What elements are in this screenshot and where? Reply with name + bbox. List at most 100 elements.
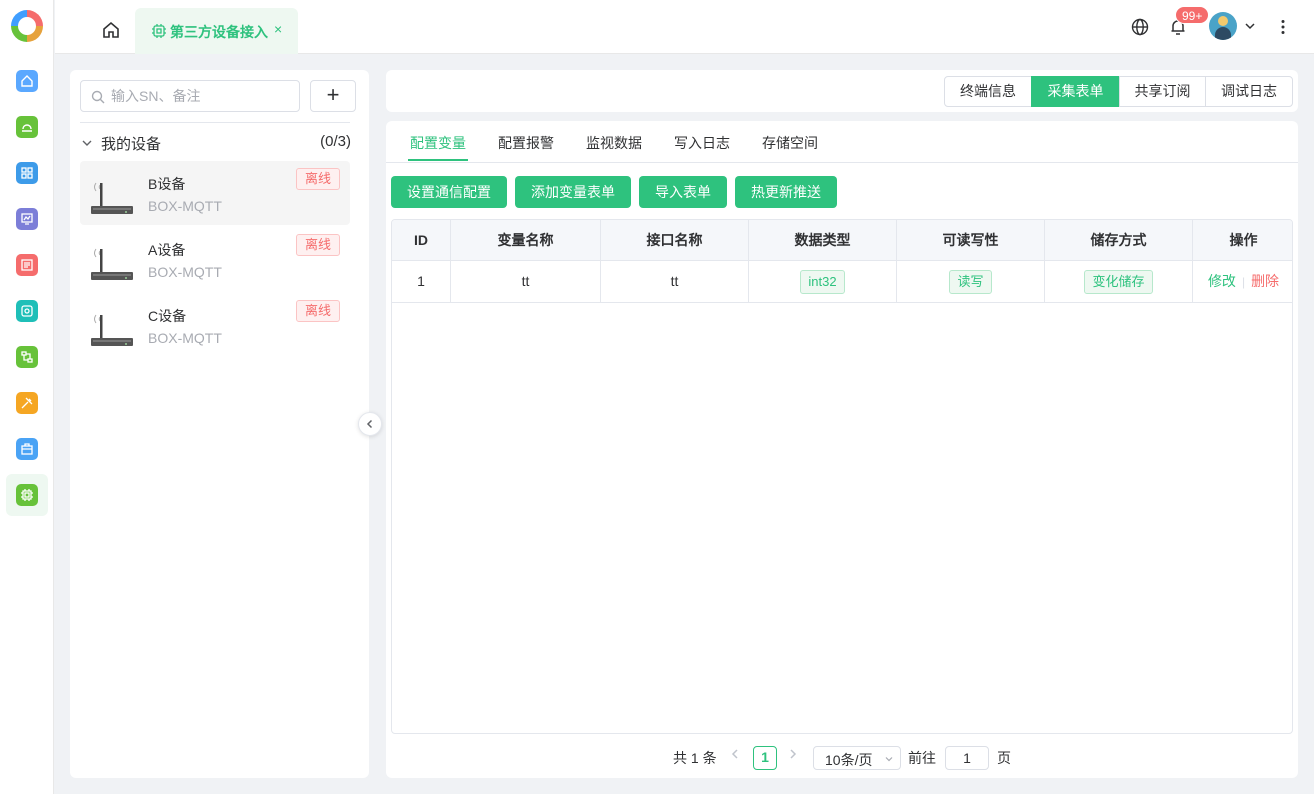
rail-settings-icon[interactable] — [16, 300, 38, 322]
column-header: 变量名称 — [451, 220, 601, 261]
device-item[interactable]: A设备 BOX-MQTT 离线 — [80, 227, 350, 291]
active-tab-indicator — [408, 159, 468, 161]
segment-terminal-info[interactable]: 终端信息 — [944, 76, 1032, 107]
chevron-down-icon — [885, 757, 893, 762]
avatar[interactable] — [1209, 12, 1237, 40]
column-header: 可读写性 — [897, 220, 1045, 261]
segment-shared-subscription[interactable]: 共享订阅 — [1119, 76, 1206, 107]
page-size-select[interactable]: 10条/页 — [813, 746, 901, 770]
rail-list-icon[interactable] — [16, 254, 38, 276]
device-list-panel: + 我的设备 (0/3) B设备 BOX-MQTT 离线 A设备 BOX-MQT… — [70, 70, 369, 778]
device-type: BOX-MQTT — [148, 330, 222, 346]
segment-collect-form[interactable]: 采集表单 — [1031, 76, 1120, 107]
status-badge: 离线 — [296, 168, 341, 190]
rail-apps-icon[interactable] — [16, 162, 38, 184]
device-type: BOX-MQTT — [148, 198, 222, 214]
cell-actions: 修改 | 删除 — [1193, 261, 1292, 302]
add-variable-form-button[interactable]: 添加变量表单 — [515, 176, 631, 208]
device-item[interactable]: B设备 BOX-MQTT 离线 — [80, 161, 350, 225]
action-separator: | — [1241, 275, 1246, 289]
tab-config-alarm[interactable]: 配置报警 — [498, 133, 554, 153]
status-badge: 离线 — [296, 300, 341, 322]
device-type: BOX-MQTT — [148, 264, 222, 280]
device-group-header[interactable]: 我的设备 (0/3) — [80, 132, 360, 154]
search-box[interactable] — [80, 80, 300, 112]
data-type-tag: int32 — [800, 270, 845, 295]
more-vertical-icon[interactable] — [1273, 17, 1293, 37]
router-icon — [91, 314, 133, 346]
column-header: ID — [392, 220, 451, 261]
hot-update-push-button[interactable]: 热更新推送 — [735, 176, 837, 208]
column-header: 操作 — [1229, 232, 1258, 248]
search-icon — [91, 90, 105, 104]
chevron-left-icon — [366, 419, 373, 429]
detail-header: 终端信息 采集表单 共享订阅 调试日志 — [386, 70, 1298, 112]
search-input[interactable] — [111, 87, 291, 105]
cell-data-type: int32 — [749, 261, 897, 302]
cell-storage: 变化储存 — [1045, 261, 1193, 302]
goto-label: 前往 — [908, 750, 936, 766]
pagination: 共 1 条 1 10条/页 前往 1 页 — [386, 743, 1298, 771]
variable-table: ID 变量名称 接口名称 数据类型 可读写性 储存方式 操作 1 tt tt i… — [391, 219, 1293, 734]
chip-icon — [152, 24, 166, 38]
tab-write-log[interactable]: 写入日志 — [674, 133, 730, 153]
tab-third-party-device[interactable]: 第三方设备接入 × — [135, 8, 298, 54]
app-logo — [11, 10, 43, 42]
page-size-value: 10条/页 — [825, 752, 873, 768]
delete-link[interactable]: 删除 — [1251, 273, 1279, 289]
chevron-down-icon — [82, 140, 92, 146]
edit-link[interactable]: 修改 — [1208, 273, 1236, 289]
page-number-current[interactable]: 1 — [753, 746, 777, 770]
rail-tools-icon[interactable] — [16, 392, 38, 414]
cell-var-name: tt — [451, 261, 601, 302]
next-page-icon[interactable] — [788, 747, 798, 763]
device-name: C设备 — [148, 308, 187, 324]
prev-page-icon[interactable] — [730, 747, 740, 763]
side-rail — [0, 0, 54, 794]
group-title: 我的设备 — [101, 136, 162, 153]
cell-id: 1 — [392, 261, 451, 302]
tab-monitor-data[interactable]: 监视数据 — [586, 133, 642, 153]
home-icon[interactable] — [101, 20, 121, 40]
page-suffix-label: 页 — [997, 750, 1011, 766]
tab-config-variables[interactable]: 配置变量 — [410, 133, 466, 153]
rail-chart-icon[interactable] — [16, 208, 38, 230]
status-badge: 离线 — [296, 234, 341, 256]
import-form-button[interactable]: 导入表单 — [639, 176, 727, 208]
globe-icon[interactable] — [1130, 17, 1150, 37]
rail-home-icon[interactable] — [16, 70, 38, 92]
chevron-down-icon[interactable] — [1243, 19, 1257, 33]
table-header: ID 变量名称 接口名称 数据类型 可读写性 储存方式 操作 — [392, 220, 1292, 261]
table-row: 1 tt tt int32 读写 变化储存 修改 | 删除 — [392, 261, 1292, 303]
device-item[interactable]: C设备 BOX-MQTT 离线 — [80, 293, 350, 357]
cell-rw: 读写 — [897, 261, 1045, 302]
tab-close-icon[interactable]: × — [274, 21, 282, 37]
notification-badge: 99+ — [1175, 6, 1210, 24]
rail-flow-icon[interactable] — [16, 346, 38, 368]
tab-storage[interactable]: 存储空间 — [762, 133, 818, 153]
cell-interface-name: tt — [601, 261, 749, 302]
tab-label: 第三方设备接入 — [170, 24, 268, 40]
set-comm-config-button[interactable]: 设置通信配置 — [391, 176, 507, 208]
segment-debug-log[interactable]: 调试日志 — [1205, 76, 1293, 107]
router-icon — [91, 248, 133, 280]
rail-cloud-icon[interactable] — [16, 116, 38, 138]
goto-page-input[interactable]: 1 — [945, 746, 989, 770]
column-header: 接口名称 — [601, 220, 749, 261]
column-header: 数据类型 — [749, 220, 897, 261]
divider — [80, 122, 350, 123]
subtab-bar: 配置变量 配置报警 监视数据 写入日志 存储空间 — [386, 121, 1298, 163]
top-bar: 第三方设备接入 × 99+ — [55, 0, 1314, 54]
device-name: A设备 — [148, 242, 186, 258]
add-device-button[interactable]: + — [310, 80, 356, 112]
detail-content: 配置变量 配置报警 监视数据 写入日志 存储空间 设置通信配置 添加变量表单 导… — [386, 121, 1298, 778]
collapse-panel-button[interactable] — [358, 412, 382, 436]
rail-briefcase-icon[interactable] — [16, 438, 38, 460]
storage-tag: 变化储存 — [1084, 270, 1153, 295]
group-count: (0/3) — [320, 133, 351, 150]
column-header: 储存方式 — [1045, 220, 1193, 261]
pagination-total: 共 1 条 — [673, 750, 717, 766]
rw-tag: 读写 — [949, 270, 992, 295]
rail-chip-icon[interactable] — [16, 484, 38, 506]
router-icon — [91, 182, 133, 214]
